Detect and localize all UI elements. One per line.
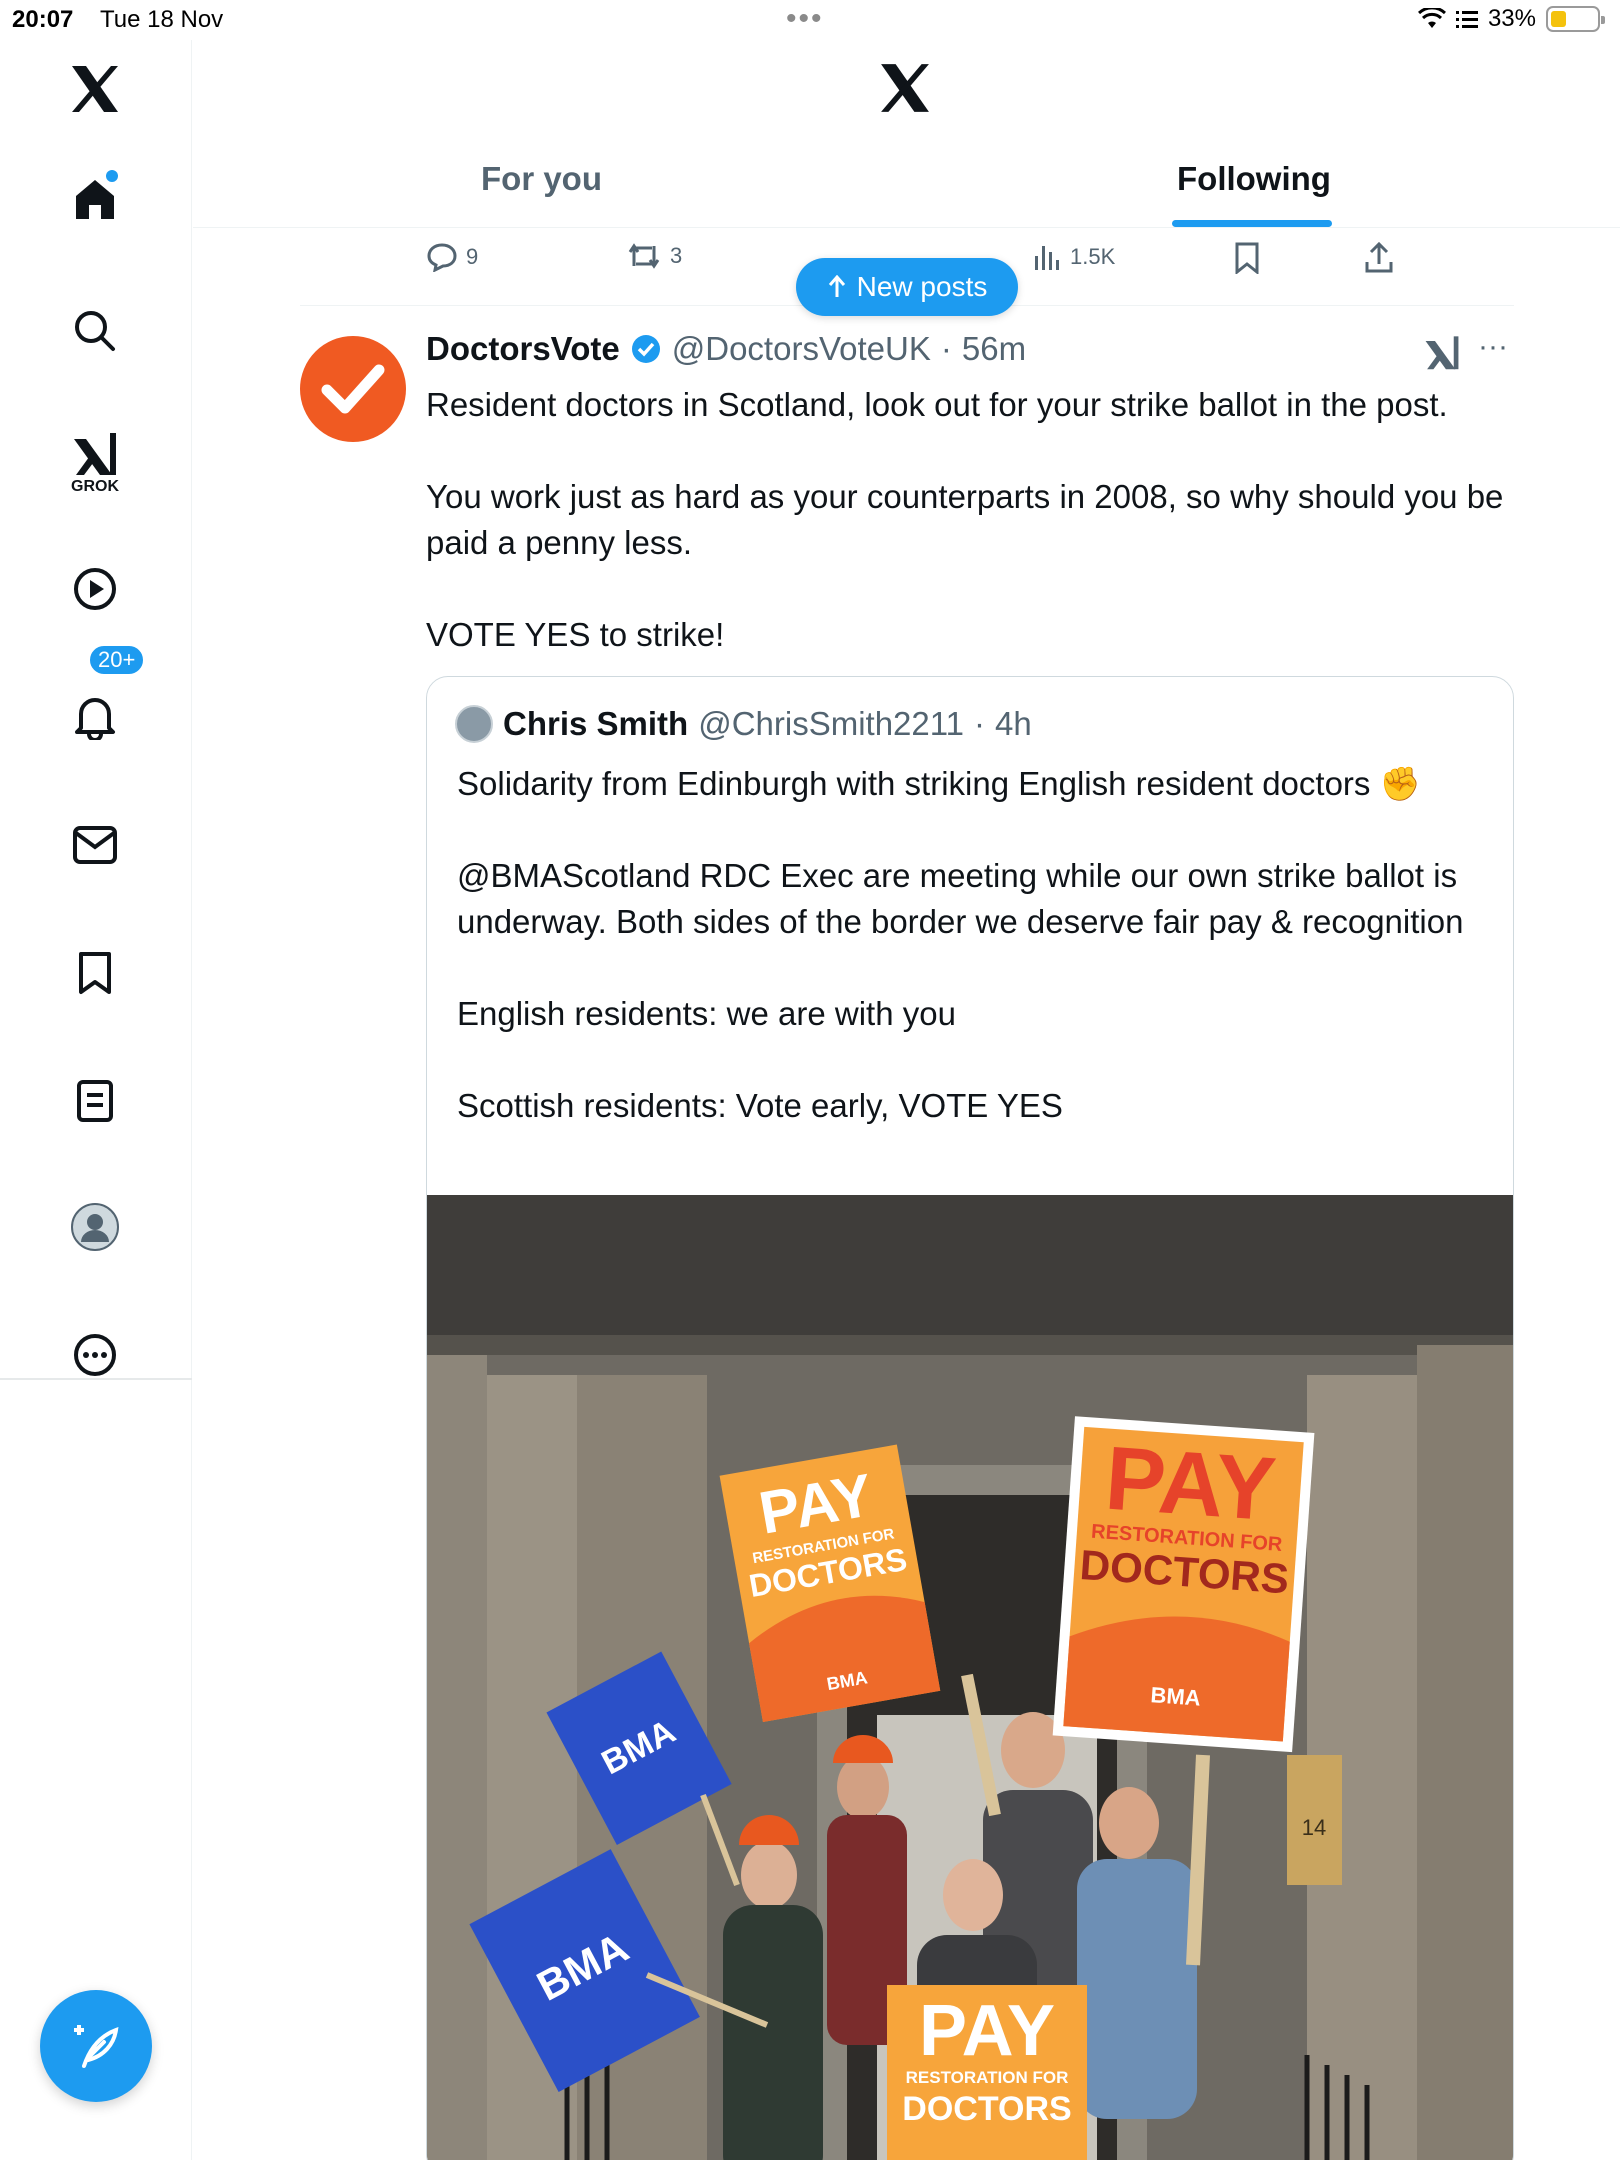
svg-text:DOCTORS: DOCTORS [902, 2090, 1071, 2128]
notifications-badge: 20+ [88, 644, 146, 676]
post-text: Resident doctors in Scotland, look out f… [426, 382, 1516, 658]
status-date: Tue 18 Nov [100, 6, 224, 33]
separator-dot: · [940, 330, 952, 367]
views-count: 1.5K [1070, 244, 1116, 269]
reply-icon [427, 243, 457, 272]
status-right: 33% [1417, 5, 1605, 33]
door-number: 14 [1302, 1815, 1326, 1840]
quoted-paragraph: English residents: we are with you [457, 995, 956, 1032]
home-unread-dot [106, 170, 118, 182]
new-posts-label: New posts [856, 271, 988, 302]
post-paragraph: VOTE YES to strike! [426, 616, 725, 653]
search-icon[interactable] [66, 302, 124, 360]
views-button[interactable]: 1.5K [1032, 242, 1115, 272]
quoted-author-name: Chris Smith [503, 705, 689, 742]
svg-text:RESTORATION FOR: RESTORATION FOR [906, 2068, 1069, 2087]
quoted-paragraph: Solidarity from Edinburgh with striking … [457, 765, 1421, 802]
quoted-timestamp: 4h [995, 705, 1032, 742]
placard-front: PAY RESTORATION FOR DOCTORS [887, 1985, 1087, 2160]
post-paragraph: Resident doctors in Scotland, look out f… [426, 386, 1448, 423]
post-more-options-icon[interactable]: ··· [1478, 330, 1508, 364]
placard-stick [1186, 1754, 1210, 1966]
grok-label: GROK [71, 478, 119, 495]
compose-feather-icon [74, 2025, 119, 2068]
repost-count: 3 [670, 243, 683, 268]
views-icon [1035, 246, 1059, 270]
quoted-post[interactable]: Chris Smith @ChrisSmith2211 · 4h Solidar… [426, 676, 1514, 2160]
post-author-name[interactable]: DoctorsVote [426, 330, 620, 368]
post-timestamp[interactable]: 56m [962, 330, 1026, 368]
compose-post-button[interactable] [40, 1990, 152, 2102]
messages-icon[interactable] [66, 816, 124, 874]
share-button[interactable] [1364, 242, 1394, 274]
post-paragraph: You work just as hard as your counterpar… [426, 478, 1504, 561]
repost-icon [628, 243, 660, 269]
battery-icon [1546, 6, 1605, 32]
grok-explain-icon[interactable] [1424, 334, 1460, 375]
quoted-post-photo[interactable]: 14 PAY RESTORATION FOR DOCTORS BMA PAY R… [427, 1195, 1514, 2160]
reply-count: 9 [466, 244, 479, 269]
quoted-paragraph: @BMAScotland RDC Exec are meeting while … [457, 857, 1464, 940]
quoted-author-handle: @ChrisSmith2211 [698, 705, 965, 742]
arrow-up-icon [828, 275, 845, 297]
x-header-logo-icon[interactable] [879, 64, 931, 117]
multitasking-dots-icon[interactable]: ••• [786, 2, 824, 36]
share-icon [1365, 242, 1393, 273]
svg-text:BMA: BMA [1150, 1682, 1202, 1710]
grok-icon[interactable] [66, 424, 124, 482]
quoted-post-header: Chris Smith @ChrisSmith2211 · 4h [455, 705, 1032, 743]
video-icon[interactable] [66, 560, 124, 618]
checkmark-logo-icon [321, 364, 385, 414]
status-bar: 20:07 Tue 18 Nov ••• 33% [0, 0, 1620, 40]
battery-percent: 33% [1487, 5, 1536, 32]
list-status-icon [1455, 11, 1478, 28]
x-logo-icon[interactable] [66, 60, 124, 118]
more-circle-icon[interactable] [66, 1326, 124, 1384]
portico-beam [427, 1335, 1513, 1355]
active-tab-indicator [1172, 220, 1332, 227]
svg-text:PAY: PAY [919, 1991, 1055, 2071]
status-time: 20:07 [12, 6, 74, 33]
bookmark-icon [1235, 242, 1259, 274]
bookmarks-icon[interactable] [66, 944, 124, 1002]
sidebar-divider [0, 1378, 192, 1380]
quoted-paragraph: Scottish residents: Vote early, VOTE YES [457, 1087, 1063, 1124]
quoted-author-avatar [455, 705, 493, 743]
post-author-handle[interactable]: @DoctorsVoteUK [672, 330, 931, 368]
profile-avatar-icon[interactable] [66, 1198, 124, 1256]
wifi-icon [1417, 8, 1446, 28]
tab-following[interactable]: Following [1177, 160, 1331, 198]
bookmark-button[interactable] [1234, 242, 1260, 274]
left-wall [427, 1355, 487, 2160]
repost-button[interactable]: 3 [626, 242, 682, 270]
timeline-header: For you Following [193, 40, 1620, 228]
right-wall [1417, 1345, 1513, 2160]
separator-dot: · [974, 705, 986, 742]
placard-right: PAY RESTORATION FOR DOCTORS BMA [1052, 1416, 1315, 1753]
lists-icon[interactable] [66, 1072, 124, 1130]
new-posts-button[interactable]: New posts [796, 258, 1018, 316]
post-header: DoctorsVote @DoctorsVoteUK · 56m [426, 330, 1026, 368]
portico-ceiling [427, 1195, 1513, 1345]
post-author-avatar[interactable] [300, 336, 406, 442]
reply-button[interactable]: 9 [426, 242, 478, 272]
verified-badge-icon [631, 335, 660, 363]
notifications-bell-icon[interactable] [66, 688, 124, 746]
tab-for-you[interactable]: For you [481, 160, 602, 198]
quoted-post-text: Solidarity from Edinburgh with striking … [457, 761, 1487, 1175]
